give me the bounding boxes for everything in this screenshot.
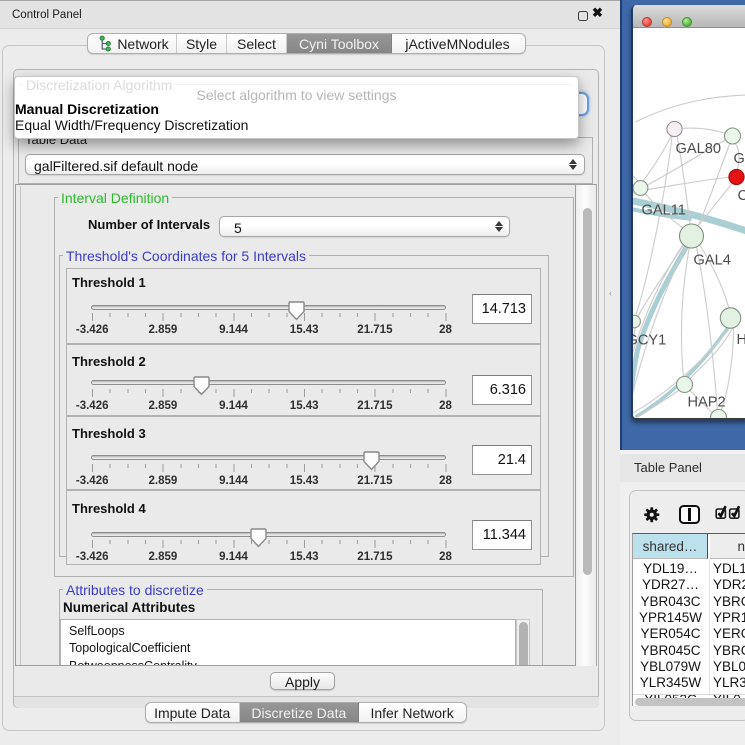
svg-text:GA: GA xyxy=(734,151,745,167)
svg-text:HI: HI xyxy=(737,332,745,348)
svg-text:HAP2: HAP2 xyxy=(688,395,726,411)
svg-text:GCY1: GCY1 xyxy=(633,333,666,349)
svg-text:GAL11: GAL11 xyxy=(642,203,686,219)
svg-text:CY: CY xyxy=(738,188,745,204)
svg-text:GAL4: GAL4 xyxy=(694,253,731,269)
svg-text:GAL80: GAL80 xyxy=(676,141,721,157)
